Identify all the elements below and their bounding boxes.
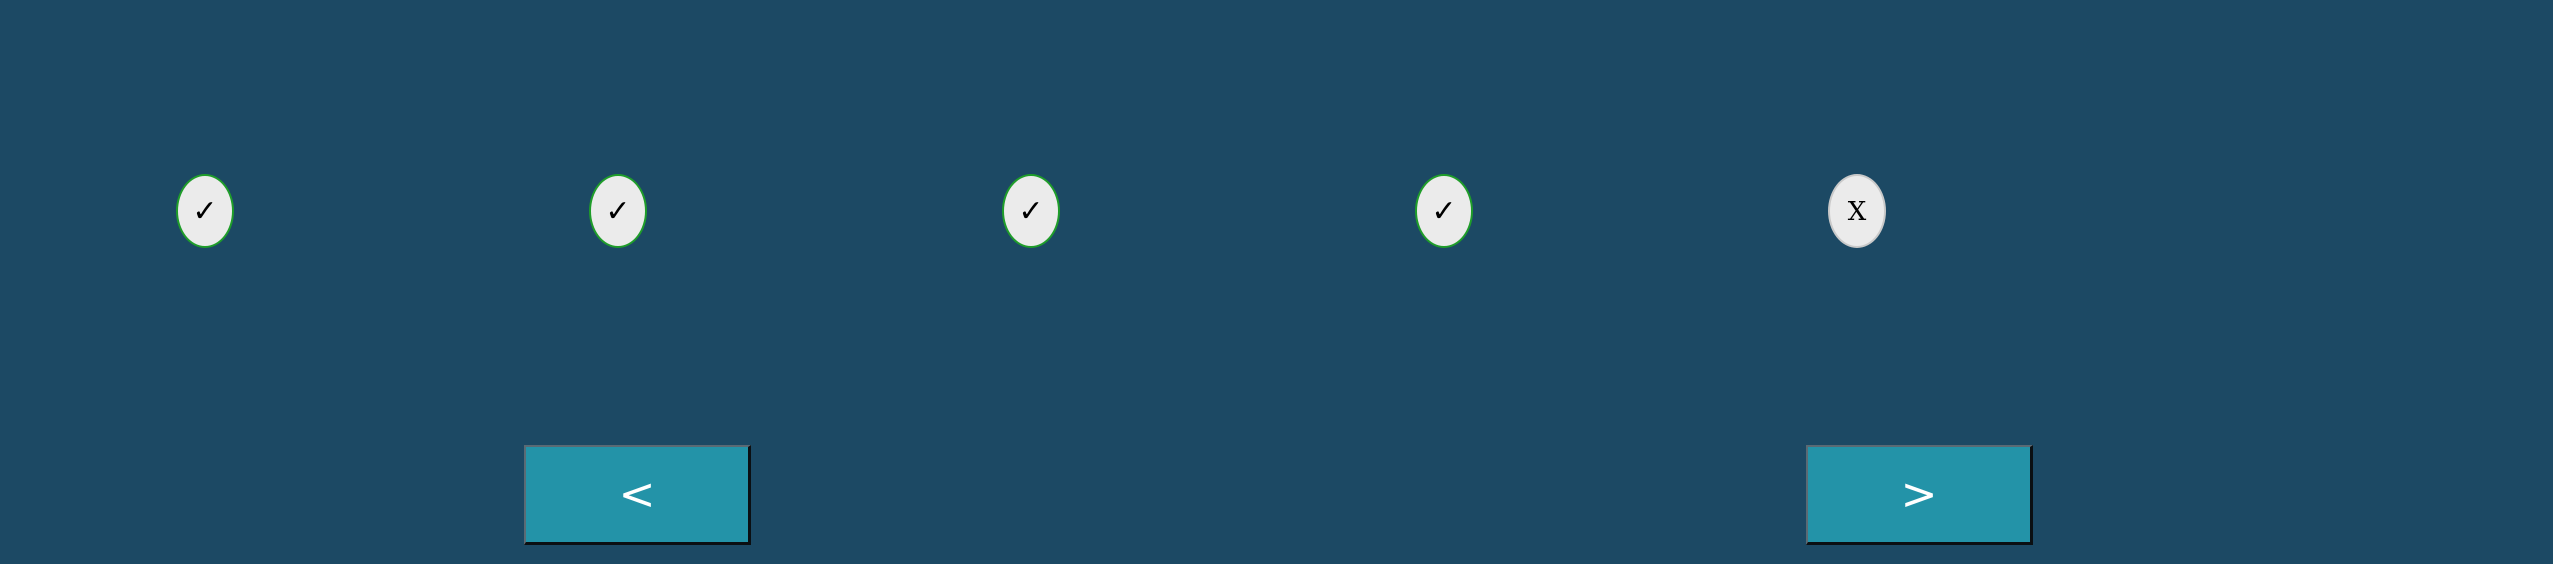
step-2-check-icon: ✓ — [589, 174, 647, 248]
step-3-glyph: ✓ — [1018, 194, 1044, 229]
step-3-check-icon: ✓ — [1002, 174, 1060, 248]
step-4-glyph: ✓ — [1431, 194, 1457, 229]
step-1-glyph: ✓ — [192, 194, 218, 229]
step-5-x-icon: X — [1828, 174, 1886, 248]
step-1-check-icon: ✓ — [176, 174, 234, 248]
step-status-row: ✓ ✓ ✓ ✓ X — [0, 0, 2553, 564]
quiz-progress-screen: ✓ ✓ ✓ ✓ X < > — [0, 0, 2553, 564]
next-button[interactable]: > — [1806, 445, 2033, 545]
step-4-check-icon: ✓ — [1415, 174, 1473, 248]
previous-button[interactable]: < — [524, 445, 751, 545]
step-2-glyph: ✓ — [605, 194, 631, 229]
step-5-glyph: X — [1847, 197, 1867, 227]
